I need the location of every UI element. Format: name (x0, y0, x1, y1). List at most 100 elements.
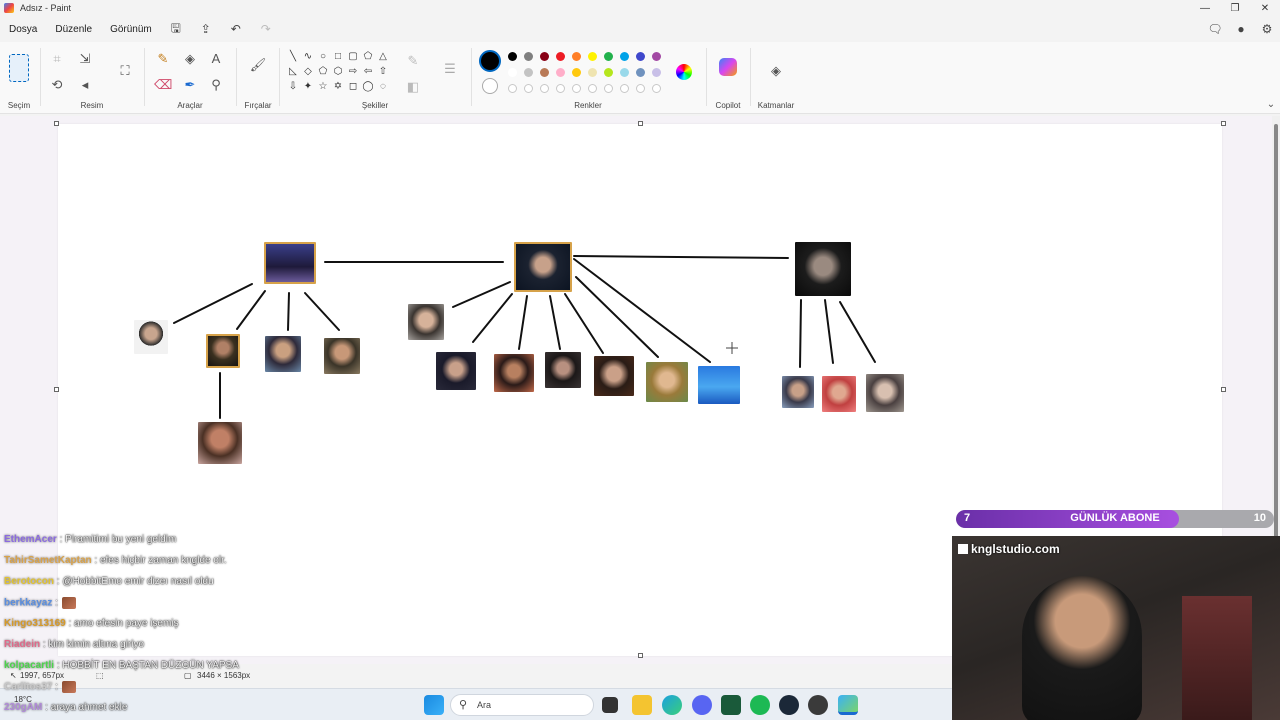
crop-icon[interactable]: ⌗ (48, 50, 66, 68)
color-swatch[interactable] (588, 52, 597, 61)
color-swatch[interactable] (556, 68, 565, 77)
resize-handle[interactable] (1221, 387, 1226, 392)
image-select-icon[interactable]: ⛶ (116, 62, 134, 80)
resize-handle[interactable] (54, 121, 59, 126)
fill-icon[interactable]: ◈ (181, 50, 199, 68)
custom-color-slot[interactable] (652, 84, 661, 93)
color-swatch[interactable] (524, 68, 533, 77)
rectangle-shape-icon[interactable]: □ (331, 51, 345, 62)
right-triangle-shape-icon[interactable]: ◺ (286, 66, 300, 77)
color-swatch[interactable] (620, 68, 629, 77)
settings-icon[interactable]: ⚙ (1254, 18, 1280, 40)
six-point-star-shape-icon[interactable]: ✡ (331, 81, 345, 92)
four-point-star-shape-icon[interactable]: ✦ (301, 81, 315, 92)
discord-icon[interactable] (692, 695, 712, 715)
callout-shape-icon[interactable]: ◻ (346, 81, 360, 92)
custom-color-slot[interactable] (588, 84, 597, 93)
edit-colors-icon[interactable] (676, 64, 692, 80)
diamond-shape-icon[interactable]: ◇ (301, 66, 315, 77)
custom-color-slot[interactable] (604, 84, 613, 93)
color-swatch[interactable] (524, 52, 533, 61)
resize-handle[interactable] (638, 121, 643, 126)
rounded-rectangle-shape-icon[interactable]: ▢ (346, 51, 360, 62)
save-icon[interactable]: 🖫 (161, 19, 191, 40)
custom-color-slot[interactable] (636, 84, 645, 93)
maximize-button[interactable]: ❐ (1220, 0, 1250, 16)
file-explorer-icon[interactable] (632, 695, 652, 715)
color-swatch[interactable] (652, 68, 661, 77)
paint-taskbar-icon[interactable] (838, 695, 858, 715)
outline-icon[interactable]: ✎ (404, 52, 422, 70)
layers-icon[interactable]: ◈ (767, 62, 785, 80)
redo-icon[interactable]: ↷ (251, 22, 281, 36)
color-swatch[interactable] (572, 68, 581, 77)
color-swatch[interactable] (620, 52, 629, 61)
color-swatch[interactable] (508, 68, 517, 77)
copilot-icon[interactable] (719, 58, 737, 76)
color-swatch[interactable] (572, 52, 581, 61)
line-shape-icon[interactable]: ╲ (286, 51, 300, 62)
polygon-shape-icon[interactable]: ⬠ (361, 51, 375, 62)
selection-tool-icon[interactable] (9, 54, 29, 82)
feedback-icon[interactable]: 🗨 (1202, 18, 1228, 40)
color-swatch[interactable] (636, 52, 645, 61)
custom-color-slot[interactable] (572, 84, 581, 93)
left-arrow-shape-icon[interactable]: ⇦ (361, 66, 375, 77)
color-swatch[interactable] (588, 68, 597, 77)
custom-color-slot[interactable] (540, 84, 549, 93)
resize-handle[interactable] (54, 387, 59, 392)
color-swatch[interactable] (604, 52, 613, 61)
spotify-icon[interactable] (750, 695, 770, 715)
color-swatch[interactable] (604, 68, 613, 77)
brush-icon[interactable]: 🖌 (249, 56, 267, 74)
edge-browser-icon[interactable] (662, 695, 682, 715)
color-picker-icon[interactable]: ✒ (181, 76, 199, 94)
resize-handle[interactable] (1221, 121, 1226, 126)
color-swatch[interactable] (540, 68, 549, 77)
custom-color-slot[interactable] (556, 84, 565, 93)
curve-shape-icon[interactable]: ∿ (301, 51, 315, 62)
pencil-icon[interactable]: ✎ (154, 50, 172, 68)
secondary-color-swatch[interactable] (482, 78, 498, 94)
custom-color-slot[interactable] (620, 84, 629, 93)
custom-color-slot[interactable] (524, 84, 533, 93)
cloud-callout-shape-icon[interactable]: ◌ (376, 81, 390, 92)
minimize-button[interactable]: — (1190, 0, 1220, 16)
color-swatch[interactable] (652, 52, 661, 61)
menu-view[interactable]: Görünüm (101, 24, 161, 35)
oval-shape-icon[interactable]: ○ (316, 51, 330, 62)
taskbar-search[interactable]: ⚲ Ara (450, 694, 594, 716)
right-arrow-shape-icon[interactable]: ⇨ (346, 66, 360, 77)
close-button[interactable]: ✕ (1250, 0, 1280, 16)
oval-callout-shape-icon[interactable]: ◯ (361, 81, 375, 92)
share-icon[interactable]: ⇪ (191, 22, 221, 36)
shape-fill-icon[interactable]: ◧ (404, 78, 422, 96)
undo-icon[interactable]: ↶ (221, 22, 251, 36)
five-point-star-shape-icon[interactable]: ☆ (316, 81, 330, 92)
color-swatch[interactable] (540, 52, 549, 61)
menu-file[interactable]: Dosya (0, 24, 46, 35)
magnifier-icon[interactable]: ⚲ (207, 76, 225, 94)
resize-handle[interactable] (638, 653, 643, 658)
excel-icon[interactable] (721, 695, 741, 715)
color-swatch[interactable] (556, 52, 565, 61)
task-view-icon[interactable] (602, 697, 618, 713)
flip-icon[interactable]: ◂ (76, 76, 94, 94)
resize-icon[interactable]: ⇲ (76, 50, 94, 68)
text-icon[interactable]: A (207, 50, 225, 68)
ribbon-collapse-icon[interactable]: ⌄ (1262, 96, 1280, 114)
rotate-icon[interactable]: ⟲ (48, 76, 66, 94)
color-swatch[interactable] (636, 68, 645, 77)
hexagon-shape-icon[interactable]: ⬡ (331, 66, 345, 77)
steam-icon[interactable] (779, 695, 799, 715)
pentagon-shape-icon[interactable]: ⬠ (316, 66, 330, 77)
menu-edit[interactable]: Düzenle (46, 24, 101, 35)
start-button-icon[interactable] (424, 695, 444, 715)
obs-icon[interactable] (808, 695, 828, 715)
triangle-shape-icon[interactable]: △ (376, 51, 390, 62)
account-icon[interactable]: ● (1228, 18, 1254, 40)
up-arrow-shape-icon[interactable]: ⇧ (376, 66, 390, 77)
eraser-icon[interactable]: ⌫ (154, 76, 172, 94)
line-width-icon[interactable]: ☰ (441, 60, 459, 78)
primary-color-swatch[interactable] (479, 50, 501, 72)
